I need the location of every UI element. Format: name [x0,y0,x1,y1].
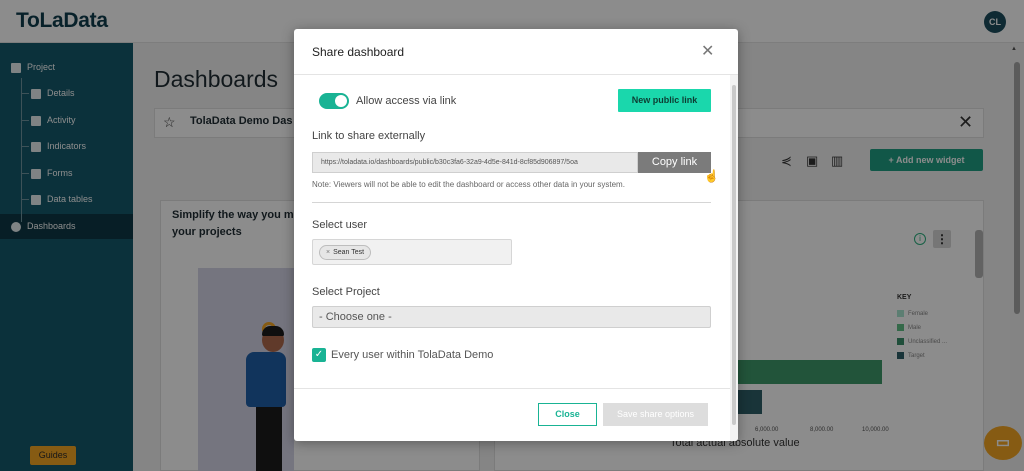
copy-link-button[interactable]: Copy link [638,152,711,173]
public-link-field[interactable]: https://toladata.io/dashboards/public/b3… [312,152,638,173]
modal-header: Share dashboard ✕ [294,29,738,75]
save-share-options-button[interactable]: Save share options [603,403,708,426]
section-divider [312,202,711,203]
close-icon[interactable]: ✕ [701,41,714,61]
select-project-label: Select Project [312,286,380,298]
share-dashboard-modal: Share dashboard ✕ Allow access via link … [294,29,738,441]
link-section-label: Link to share externally [312,130,426,142]
allow-link-label: Allow access via link [356,95,457,107]
new-public-link-button[interactable]: New public link [618,89,711,112]
select-user-label: Select user [312,219,368,231]
modal-title: Share dashboard [312,45,405,59]
user-chip-label: Sean Test [333,249,365,256]
project-select[interactable]: - Choose one - [312,306,711,328]
hand-cursor-icon: ☝ [704,169,719,183]
user-chip[interactable]: × Sean Test [319,245,372,260]
every-user-label: Every user within TolaData Demo [331,349,494,361]
user-select-field[interactable]: × Sean Test [312,239,512,265]
footer-divider [294,388,738,389]
remove-chip-icon[interactable]: × [326,249,330,256]
every-user-checkbox[interactable]: ✓ [312,348,326,362]
share-note: Note: Viewers will not be able to edit t… [312,180,625,189]
toggle-knob [335,95,347,107]
close-button[interactable]: Close [538,403,597,426]
modal-scroll-thumb[interactable] [732,85,736,425]
allow-link-toggle[interactable] [319,93,349,109]
